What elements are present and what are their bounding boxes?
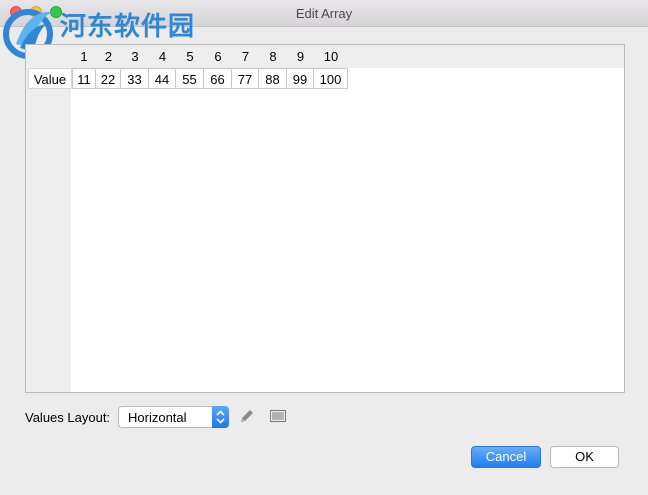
column-header-8[interactable]: 8 bbox=[259, 46, 287, 67]
column-header-2[interactable]: 2 bbox=[96, 46, 121, 67]
barcode-icon[interactable] bbox=[270, 410, 286, 422]
pencil-icon[interactable] bbox=[239, 408, 255, 424]
row-header-gutter bbox=[26, 45, 71, 392]
chevron-updown-icon[interactable] bbox=[212, 406, 229, 428]
value-cell[interactable]: 99 bbox=[286, 68, 314, 89]
column-header-3[interactable]: 3 bbox=[121, 46, 149, 67]
ok-button[interactable]: OK bbox=[550, 446, 619, 468]
cancel-button[interactable]: Cancel bbox=[471, 446, 541, 468]
column-header-6[interactable]: 6 bbox=[204, 46, 232, 67]
value-cell[interactable]: 11 bbox=[72, 68, 96, 89]
value-cell[interactable]: 22 bbox=[95, 68, 121, 89]
value-cell[interactable]: 66 bbox=[203, 68, 232, 89]
column-header-10[interactable]: 10 bbox=[314, 46, 348, 67]
column-header-7[interactable]: 7 bbox=[232, 46, 259, 67]
column-header-9[interactable]: 9 bbox=[287, 46, 314, 67]
value-cell[interactable]: 77 bbox=[231, 68, 259, 89]
window-title: Edit Array bbox=[295, 6, 353, 21]
title-bar[interactable]: Edit Array bbox=[0, 0, 648, 27]
row-label-value: Value bbox=[28, 68, 72, 89]
column-header-4[interactable]: 4 bbox=[149, 46, 176, 67]
value-cell[interactable]: 44 bbox=[148, 68, 176, 89]
column-header-1[interactable]: 1 bbox=[72, 46, 96, 67]
array-table[interactable]: 1 2 3 4 5 6 7 8 9 10 Value 11 22 33 44 5… bbox=[25, 44, 625, 393]
values-layout-select[interactable]: Horizontal bbox=[118, 406, 229, 428]
value-cell[interactable]: 88 bbox=[258, 68, 287, 89]
values-layout-selected: Horizontal bbox=[128, 410, 187, 425]
values-layout-label: Values Layout: bbox=[25, 410, 111, 425]
value-cell[interactable]: 55 bbox=[175, 68, 204, 89]
value-cell[interactable]: 33 bbox=[120, 68, 149, 89]
value-cell[interactable]: 100 bbox=[313, 68, 348, 89]
column-header-5[interactable]: 5 bbox=[176, 46, 204, 67]
